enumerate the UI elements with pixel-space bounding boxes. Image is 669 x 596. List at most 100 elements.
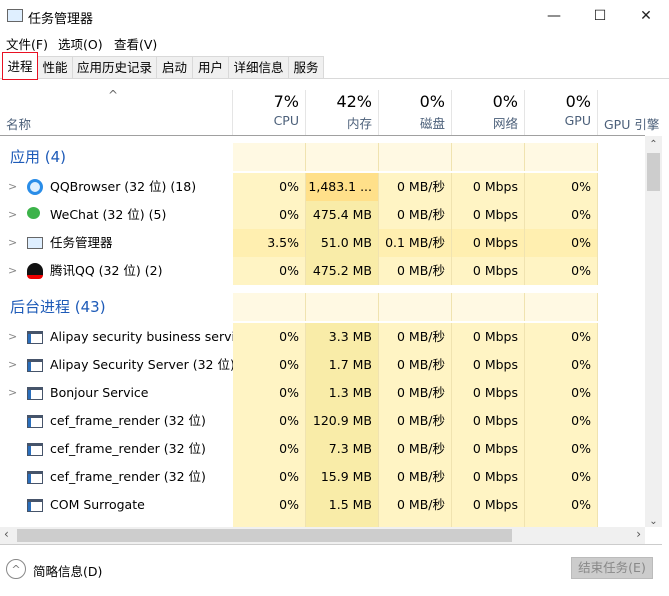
group-header: 应用 (4) <box>0 143 645 171</box>
partial-row <box>0 519 645 527</box>
process-name: cef_frame_render (32 位) <box>50 413 206 428</box>
net-cell: 0 Mbps <box>452 173 525 201</box>
vertical-scrollbar[interactable]: ⌃ ⌄ <box>645 136 662 527</box>
disk-cell: 0 MB/秒 <box>379 379 452 407</box>
cpu-cell <box>233 519 306 527</box>
net-cell: 0 Mbps <box>452 407 525 435</box>
mem-cell: 51.0 MB <box>306 229 379 257</box>
column-disk[interactable]: 0% 磁盘 <box>379 90 452 135</box>
menu-file[interactable]: 文件(F) <box>6 34 48 53</box>
mem-cell <box>306 519 379 527</box>
expand-chevron-icon[interactable]: > <box>8 351 17 379</box>
process-name: cef_frame_render (32 位) <box>50 469 206 484</box>
service-window-icon <box>27 499 43 512</box>
gpu-cell: 0% <box>525 463 598 491</box>
gpu-cell: 0% <box>525 323 598 351</box>
end-task-button[interactable]: 结束任务(E) <box>571 557 653 579</box>
menu-view[interactable]: 查看(V) <box>114 34 157 53</box>
menu-options[interactable]: 选项(O) <box>58 34 103 53</box>
group-header: 后台进程 (43) <box>0 293 645 321</box>
cpu-cell: 0% <box>233 491 306 519</box>
column-gpu[interactable]: 0% GPU <box>525 90 598 135</box>
process-row[interactable]: COM Surrogate 0% 1.5 MB 0 MB/秒 0 Mbps 0% <box>0 491 645 519</box>
mem-cell: 15.9 MB <box>306 463 379 491</box>
tab-details[interactable]: 详细信息 <box>229 56 289 79</box>
group-title: 后台进程 (43) <box>10 298 106 316</box>
group-title: 应用 (4) <box>10 148 67 166</box>
tab-services[interactable]: 服务 <box>289 56 324 79</box>
process-row[interactable]: > Alipay security business servi... 0% 3.3 … <box>0 323 645 351</box>
expand-chevron-icon[interactable]: > <box>8 173 17 201</box>
process-row[interactable]: cef_frame_render (32 位) 0% 120.9 MB 0 MB/秒 0… <box>0 407 645 435</box>
process-row[interactable]: > 腾讯QQ (32 位) (2) 0% 475.2 MB 0 MB/秒 0 Mbps 0% <box>0 257 645 285</box>
process-name: QQBrowser (32 位) (18) <box>50 179 197 194</box>
process-name: cef_frame_render (32 位) <box>50 441 206 456</box>
process-row[interactable]: cef_frame_render (32 位) 0% 7.3 MB 0 MB/秒 0 M… <box>0 435 645 463</box>
horizontal-scrollbar[interactable]: ‹ › <box>0 527 645 544</box>
net-cell: 0 Mbps <box>452 351 525 379</box>
net-cell: 0 Mbps <box>452 229 525 257</box>
service-window-icon <box>27 359 43 372</box>
mem-cell: 475.4 MB <box>306 201 379 229</box>
disk-cell: 0 MB/秒 <box>379 173 452 201</box>
mem-cell: 1.5 MB <box>306 491 379 519</box>
column-network[interactable]: 0% 网络 <box>452 90 525 135</box>
disk-cell: 0 MB/秒 <box>379 201 452 229</box>
disk-cell <box>379 519 452 527</box>
gpu-cell: 0% <box>525 407 598 435</box>
net-cell: 0 Mbps <box>452 463 525 491</box>
scroll-up-icon[interactable]: ⌃ <box>645 136 662 153</box>
process-row[interactable]: cef_frame_render (32 位) 0% 15.9 MB 0 MB/秒 0 … <box>0 463 645 491</box>
tab-app-history[interactable]: 应用历史记录 <box>73 56 157 79</box>
mem-cell: 3.3 MB <box>306 323 379 351</box>
scroll-down-icon[interactable]: ⌄ <box>645 516 662 527</box>
column-name[interactable]: 名称 <box>0 90 233 135</box>
footer: ^ 简略信息(D) 结束任务(E) <box>0 544 662 592</box>
gpu-cell <box>525 143 598 171</box>
scroll-thumb[interactable] <box>647 153 660 191</box>
expand-chevron-icon[interactable]: > <box>8 201 17 229</box>
tab-startup[interactable]: 启动 <box>157 56 193 79</box>
process-name: Alipay security business servi... <box>50 329 233 344</box>
process-row[interactable]: > Bonjour Service 0% 1.3 MB 0 MB/秒 0 Mbps 0% <box>0 379 645 407</box>
window-title: 任务管理器 <box>28 12 94 27</box>
net-cell: 0 Mbps <box>452 323 525 351</box>
gpu-cell: 0% <box>525 379 598 407</box>
cpu-cell <box>233 143 306 171</box>
mem-cell <box>306 293 379 321</box>
expand-chevron-icon[interactable]: > <box>8 323 17 351</box>
expand-chevron-icon[interactable]: > <box>8 379 17 407</box>
tab-performance[interactable]: 性能 <box>38 56 73 79</box>
task-manager-icon <box>7 9 23 22</box>
column-cpu[interactable]: 7% CPU <box>233 90 306 135</box>
scroll-left-icon[interactable]: ‹ <box>4 527 9 541</box>
scroll-right-icon[interactable]: › <box>636 527 641 541</box>
disk-cell: 0 MB/秒 <box>379 407 452 435</box>
disk-cell: 0 MB/秒 <box>379 323 452 351</box>
process-row[interactable]: > Alipay Security Server (32 位) 0% 1.7 MB 0 … <box>0 351 645 379</box>
process-name: 腾讯QQ (32 位) (2) <box>50 263 163 278</box>
expand-chevron-icon[interactable]: > <box>8 229 17 257</box>
fewer-details-link[interactable]: 简略信息(D) <box>33 561 102 580</box>
close-button[interactable]: ✕ <box>623 0 669 32</box>
gpu-cell <box>525 293 598 321</box>
disk-cell: 0 MB/秒 <box>379 435 452 463</box>
hscroll-thumb[interactable] <box>17 529 512 542</box>
column-gpu-engine[interactable]: GPU 引擎 <box>598 90 662 135</box>
qqbrowser-icon <box>27 179 43 195</box>
cpu-cell: 3.5% <box>233 229 306 257</box>
process-row[interactable]: > 任务管理器 3.5% 51.0 MB 0.1 MB/秒 0 Mbps 0% <box>0 229 645 257</box>
process-row[interactable]: > WeChat (32 位) (5) 0% 475.4 MB 0 MB/秒 0 Mbps… <box>0 201 645 229</box>
chevron-up-circle-icon[interactable]: ^ <box>6 559 26 579</box>
tab-users[interactable]: 用户 <box>193 56 229 79</box>
maximize-button[interactable]: ☐ <box>577 0 623 32</box>
expand-chevron-icon[interactable]: > <box>8 257 17 285</box>
minimize-button[interactable]: — <box>531 0 577 32</box>
tab-processes[interactable]: 进程 <box>2 52 38 80</box>
process-row[interactable]: > QQBrowser (32 位) (18) 0% 1,483.1 ... 0 MB/… <box>0 173 645 201</box>
net-cell <box>452 519 525 527</box>
column-memory[interactable]: 42% 内存 <box>306 90 379 135</box>
mem-cell: 1,483.1 ... <box>306 173 379 201</box>
mem-cell: 1.7 MB <box>306 351 379 379</box>
cpu-cell: 0% <box>233 351 306 379</box>
